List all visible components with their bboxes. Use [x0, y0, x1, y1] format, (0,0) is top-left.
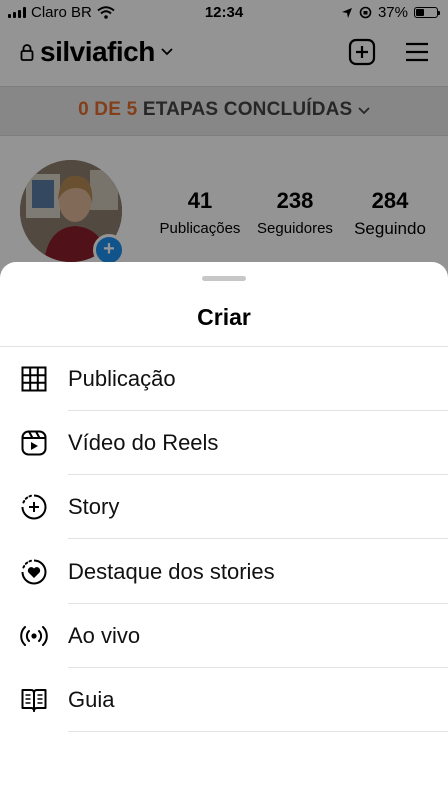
sheet-title: Criar — [197, 304, 251, 330]
menu-item-label: Destaque dos stories — [68, 559, 275, 584]
menu-item-highlight[interactable]: Destaque dos stories — [0, 540, 448, 604]
live-icon — [20, 626, 48, 646]
reels-icon — [21, 430, 47, 456]
menu-item-label: Vídeo do Reels — [68, 430, 219, 455]
menu-item-label: Publicação — [68, 366, 176, 391]
menu-item-label: Ao vivo — [68, 623, 141, 648]
menu-item-guide[interactable]: Guia — [0, 668, 448, 732]
menu-item-label: Guia — [68, 687, 115, 712]
menu-item-reels[interactable]: Vídeo do Reels — [0, 411, 448, 475]
highlight-heart-icon — [21, 559, 47, 585]
divider — [68, 538, 448, 539]
sheet-grabber[interactable] — [202, 276, 246, 281]
create-sheet: Criar Publicação Vídeo do Reels Story De… — [0, 262, 448, 798]
divider — [68, 731, 448, 732]
menu-item-label: Story — [68, 494, 120, 519]
menu-item-live[interactable]: Ao vivo — [0, 604, 448, 668]
menu-item-story[interactable]: Story — [0, 475, 448, 539]
grid-icon — [21, 366, 47, 392]
menu-item-post[interactable]: Publicação — [0, 347, 448, 411]
story-add-icon — [21, 494, 47, 520]
guide-icon — [21, 689, 47, 712]
